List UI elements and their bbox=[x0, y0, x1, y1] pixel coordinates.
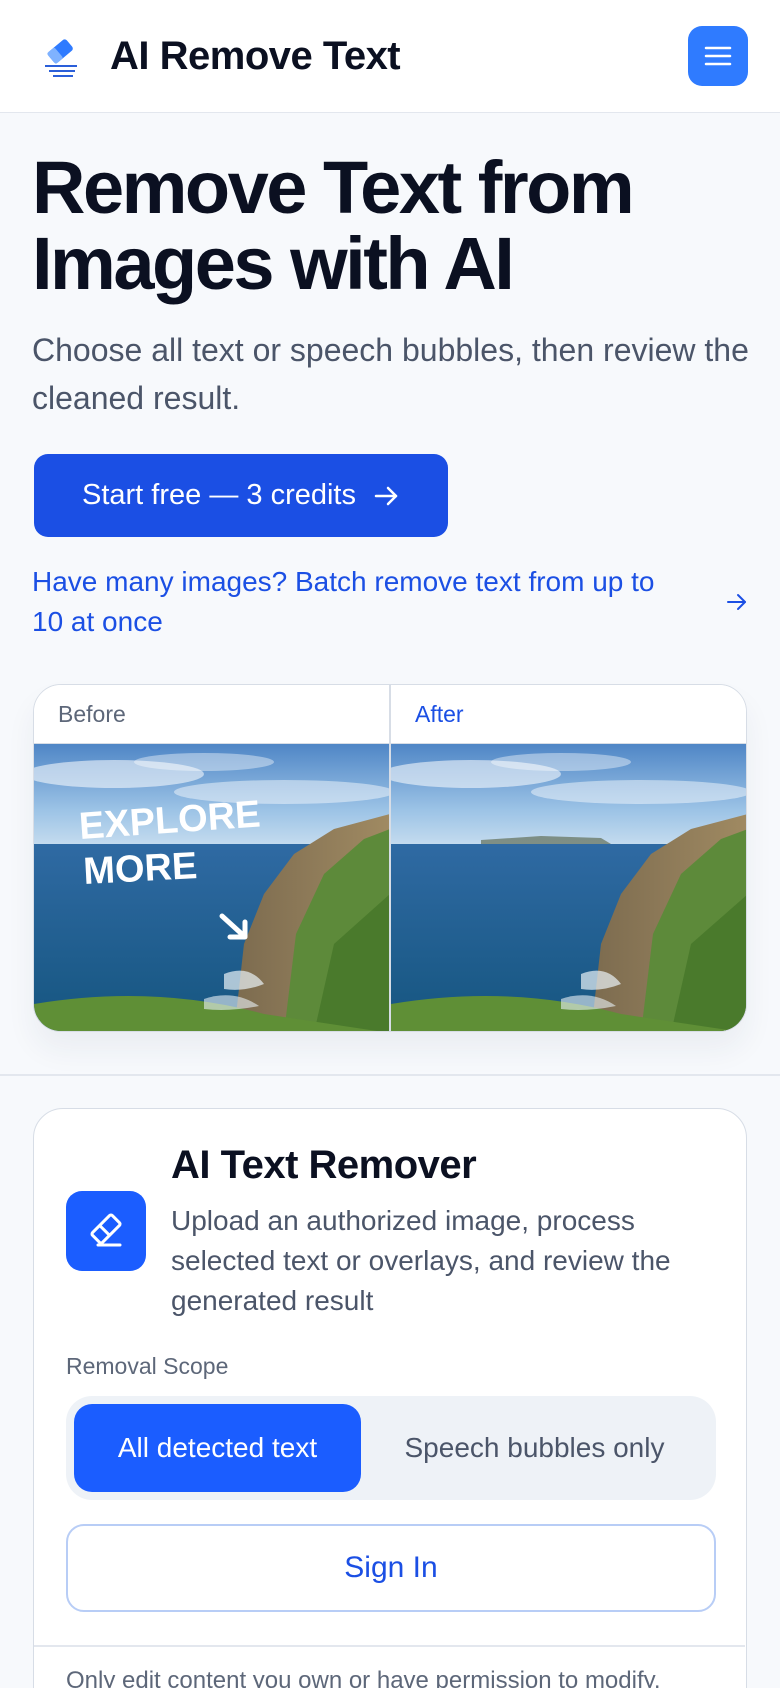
top-navbar: AI Remove Text bbox=[0, 0, 780, 113]
batch-remove-link[interactable]: Have many images? Batch remove text from… bbox=[32, 562, 748, 642]
arrow-right-icon bbox=[374, 486, 398, 505]
permission-note: Only edit content you own or have permis… bbox=[66, 1667, 661, 1688]
before-image: EXPLORE MORE bbox=[34, 744, 390, 1031]
hamburger-menu-icon bbox=[704, 46, 732, 66]
removal-scope-toggle: All detected text Speech bubbles only bbox=[66, 1396, 716, 1500]
start-free-label: Start free — 3 credits bbox=[82, 479, 356, 511]
after-label: After bbox=[391, 685, 746, 744]
option-speech-bubbles-only[interactable]: Speech bubbles only bbox=[361, 1404, 708, 1492]
hero-subtitle: Choose all text or speech bubbles, then … bbox=[32, 332, 749, 416]
option-all-detected-text[interactable]: All detected text bbox=[74, 1404, 361, 1492]
before-pane: Before EXPLORE MORE bbox=[34, 685, 390, 1031]
before-label: Before bbox=[34, 685, 390, 744]
tool-description: Upload an authorized image, process sele… bbox=[171, 1205, 671, 1316]
overlay-text-line2: MORE bbox=[82, 845, 198, 893]
eraser-icon[interactable] bbox=[32, 27, 90, 85]
page-title: Remove Text from Images with AI bbox=[32, 146, 635, 305]
start-free-button[interactable]: Start free — 3 credits bbox=[34, 454, 448, 537]
eraser-icon bbox=[66, 1191, 146, 1271]
removal-scope-label: Removal Scope bbox=[66, 1353, 229, 1379]
section-divider bbox=[0, 1074, 780, 1076]
after-pane: After bbox=[391, 685, 746, 1031]
menu-button[interactable] bbox=[688, 26, 748, 86]
card-divider bbox=[34, 1645, 745, 1647]
before-after-comparison: Before EXPLORE MORE After bbox=[33, 684, 747, 1032]
after-image bbox=[391, 744, 746, 1031]
text-remover-card: AI Text Remover Upload an authorized ima… bbox=[33, 1108, 747, 1688]
arrow-right-icon bbox=[727, 594, 746, 610]
brand-name[interactable]: AI Remove Text bbox=[110, 34, 401, 79]
tool-title: AI Text Remover bbox=[171, 1143, 477, 1187]
batch-remove-label: Have many images? Batch remove text from… bbox=[32, 566, 655, 637]
sign-in-button[interactable]: Sign In bbox=[66, 1524, 716, 1612]
